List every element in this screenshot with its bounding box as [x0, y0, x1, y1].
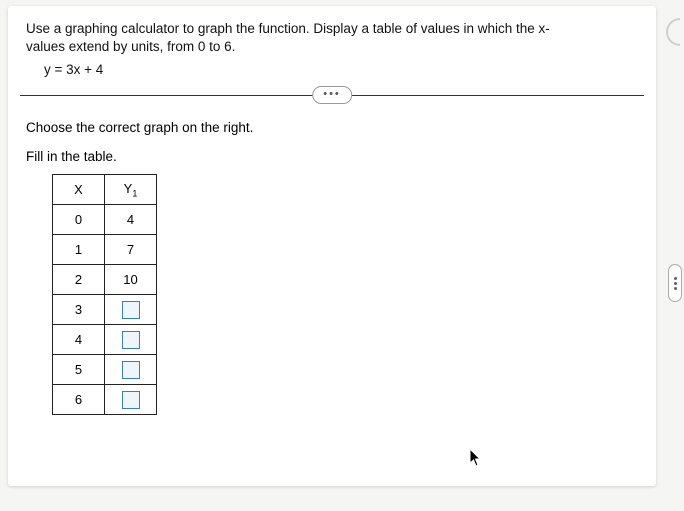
cell-x: 3 [53, 295, 105, 325]
cell-x: 0 [53, 205, 105, 235]
instruction-text: Use a graphing calculator to graph the f… [26, 20, 586, 56]
equation-text: y = 3x + 4 [44, 62, 638, 77]
values-table: X Y1 0 4 1 7 2 10 3 4 5 6 [52, 174, 157, 415]
table-header-row: X Y1 [53, 175, 157, 205]
answer-input[interactable] [122, 331, 140, 349]
expand-pill[interactable]: ••• [312, 86, 352, 104]
dot-icon [674, 287, 677, 290]
table-row: 6 [53, 385, 157, 415]
table-row: 3 [53, 295, 157, 325]
side-expand-pill[interactable] [668, 264, 682, 302]
cell-x: 1 [53, 235, 105, 265]
cell-y [105, 325, 157, 355]
cell-y [105, 295, 157, 325]
cell-y [105, 385, 157, 415]
cell-y: 7 [105, 235, 157, 265]
table-row: 0 4 [53, 205, 157, 235]
cell-x: 6 [53, 385, 105, 415]
dot-icon [674, 282, 677, 285]
table-row: 2 10 [53, 265, 157, 295]
cell-x: 4 [53, 325, 105, 355]
prompt-choose-graph: Choose the correct graph on the right. [26, 120, 638, 135]
answer-input[interactable] [122, 361, 140, 379]
cell-y: 10 [105, 265, 157, 295]
cell-x: 2 [53, 265, 105, 295]
answer-input[interactable] [122, 391, 140, 409]
cell-x: 5 [53, 355, 105, 385]
table-row: 5 [53, 355, 157, 385]
dot-icon [674, 277, 677, 280]
cell-y: 4 [105, 205, 157, 235]
prompt-fill-table: Fill in the table. [26, 149, 638, 164]
section-divider: ••• [20, 95, 644, 96]
header-x: X [53, 175, 105, 205]
table-row: 1 7 [53, 235, 157, 265]
header-y: Y1 [105, 175, 157, 205]
cell-y [105, 355, 157, 385]
table-row: 4 [53, 325, 157, 355]
question-card: Use a graphing calculator to graph the f… [8, 6, 656, 486]
page-curl-decoration [666, 18, 680, 46]
answer-input[interactable] [122, 301, 140, 319]
